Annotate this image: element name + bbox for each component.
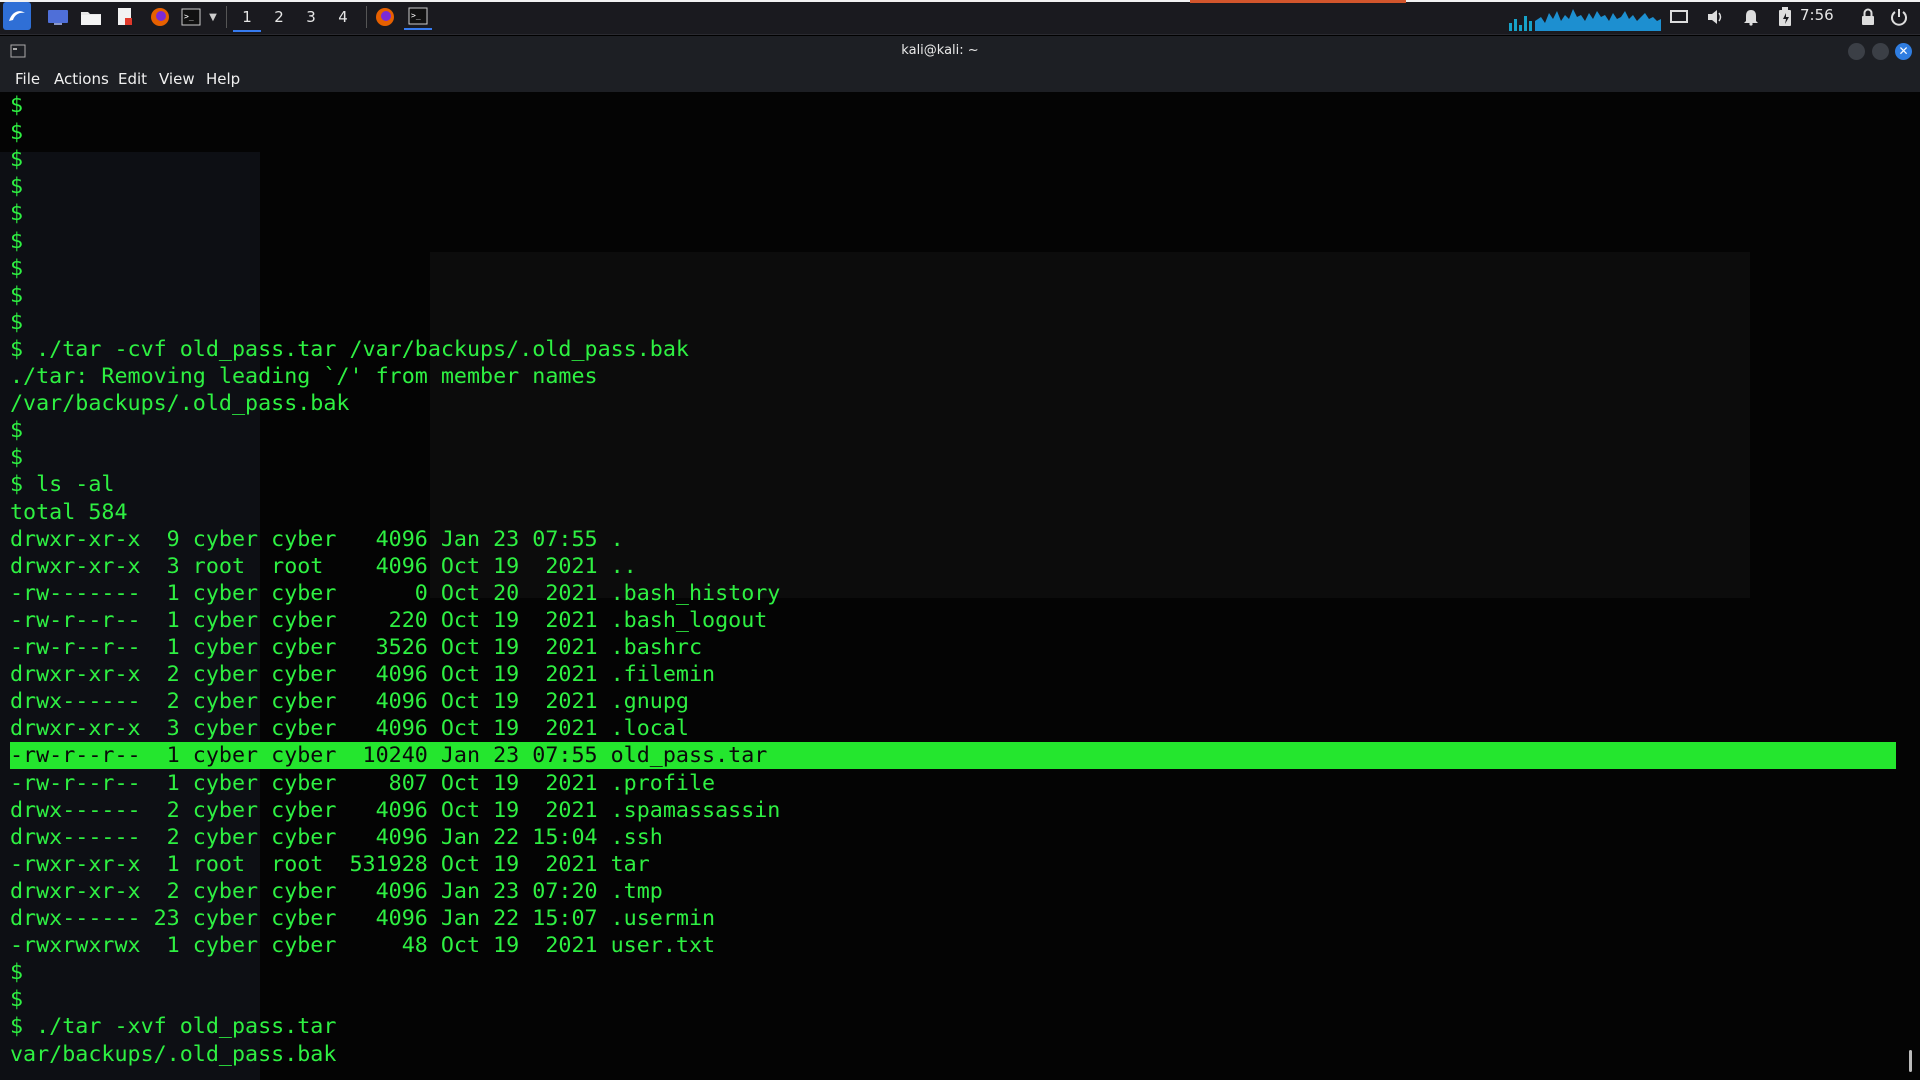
terminal-line: $ xyxy=(10,93,24,118)
window-title: kali@kali: ~ xyxy=(901,43,979,58)
menu-bar: File Actions Edit View Help xyxy=(0,68,1920,92)
terminal-line: var/backups/.old_pass.bak xyxy=(10,1041,337,1067)
cpu-graph-icon xyxy=(1535,9,1661,31)
window-titlebar[interactable]: kali@kali: ~ ✕ xyxy=(0,36,1920,68)
maximize-button[interactable] xyxy=(1872,43,1889,60)
firefox-icon[interactable] xyxy=(372,6,398,28)
terminal-line: -rw-r--r-- 1 cyber cyber 220 Oct 19 2021… xyxy=(10,607,768,633)
terminal-line: $ ./tar -cvf old_pass.tar /var/backups/.… xyxy=(10,336,689,362)
bell-icon[interactable] xyxy=(1740,6,1762,28)
terminal-line: $ ./tar -xvf old_pass.tar xyxy=(10,1014,337,1040)
terminal-line: total 584 xyxy=(10,499,128,525)
terminal-line: $ ls -al xyxy=(10,472,115,498)
firefox-icon[interactable] xyxy=(148,6,172,28)
terminal-line: drwx------ 2 cyber cyber 4096 Oct 19 202… xyxy=(10,797,781,823)
terminal-line: drwxr-xr-x 3 cyber cyber 4096 Oct 19 202… xyxy=(10,716,689,742)
workspace-2[interactable]: 2 xyxy=(265,4,293,30)
terminal-scrollbar[interactable] xyxy=(1909,1050,1912,1072)
top-panel: >_ ▼ 1 2 3 4 >_ 7:56 xyxy=(0,0,1920,35)
terminal-line: $ xyxy=(10,201,24,227)
terminal-line: $ xyxy=(10,147,24,173)
terminal-line: $ xyxy=(10,309,24,335)
terminal-line: ./tar: Removing leading `/' from member … xyxy=(10,364,598,389)
terminal-line: $ xyxy=(10,418,24,444)
workspace-3[interactable]: 3 xyxy=(297,4,325,30)
power-icon[interactable] xyxy=(1888,6,1910,28)
terminal-line: drwxr-xr-x 9 cyber cyber 4096 Jan 23 07:… xyxy=(10,526,624,552)
terminal-line: drwxr-xr-x 2 cyber cyber 4096 Jan 23 07:… xyxy=(10,878,663,904)
terminal-icon[interactable]: >_ xyxy=(180,6,202,28)
terminal-line: -rw-r--r-- 1 cyber cyber 3526 Oct 19 202… xyxy=(10,635,703,660)
panel-separator xyxy=(226,6,227,28)
kali-menu-icon[interactable] xyxy=(3,2,31,30)
menu-file[interactable]: File xyxy=(15,70,40,88)
terminal-line: drwx------ 23 cyber cyber 4096 Jan 22 15… xyxy=(10,906,716,931)
terminal-line: $ xyxy=(10,282,24,308)
volume-icon[interactable] xyxy=(1704,6,1726,28)
terminal-line: drwx------ 2 cyber cyber 4096 Oct 19 202… xyxy=(10,689,689,715)
terminal-line: $ xyxy=(10,120,24,146)
text-editor-icon[interactable] xyxy=(114,6,136,28)
terminal-line: -rwxr-xr-x 1 root root 531928 Oct 19 202… xyxy=(10,851,650,877)
close-button[interactable]: ✕ xyxy=(1895,43,1912,60)
desktop-icon[interactable] xyxy=(46,6,70,28)
battery-icon[interactable] xyxy=(1774,6,1796,28)
terminal-line: $ xyxy=(10,228,24,254)
terminal-icon[interactable]: >_ xyxy=(404,4,432,30)
panel-top-strip xyxy=(0,0,1920,3)
menu-actions[interactable]: Actions xyxy=(54,70,109,88)
file-manager-icon[interactable] xyxy=(78,6,104,28)
menu-view[interactable]: View xyxy=(159,70,195,88)
svg-text:>_: >_ xyxy=(184,12,194,21)
background-ghost-console xyxy=(430,252,1750,598)
terminal-line: $ xyxy=(10,445,24,471)
terminal-line: drwxr-xr-x 2 cyber cyber 4096 Oct 19 202… xyxy=(10,662,716,688)
network-graph-icon xyxy=(1509,16,1532,31)
workspace-4[interactable]: 4 xyxy=(329,4,357,30)
minimize-button[interactable] xyxy=(1848,43,1865,60)
progress-strip xyxy=(1190,0,1406,3)
display-icon[interactable] xyxy=(1668,6,1690,28)
lock-icon[interactable] xyxy=(1858,6,1878,28)
terminal-output[interactable]: $ $ $ $ $ $ $ $ $ $ ./tar -cvf old_pass.tar /var/… xyxy=(0,92,1920,1080)
terminal-line-highlighted: -rw-r--r-- 1 cyber cyber 10240 Jan 23 07… xyxy=(10,742,1896,770)
terminal-line: drwxr-xr-x 3 root root 4096 Oct 19 2021 … xyxy=(10,553,637,579)
terminal-line: drwx------ 2 cyber cyber 4096 Jan 22 15:… xyxy=(10,824,663,850)
terminal-line: /var/backups/.old_pass.bak xyxy=(10,391,350,417)
terminal-line: $ xyxy=(10,987,24,1013)
terminal-line: $ xyxy=(10,255,24,281)
panel-separator xyxy=(366,6,367,28)
clock[interactable]: 7:56 xyxy=(1800,6,1834,24)
workspace-1[interactable]: 1 xyxy=(233,4,261,32)
chevron-down-icon[interactable]: ▼ xyxy=(206,6,220,28)
menu-help[interactable]: Help xyxy=(206,70,240,88)
terminal-line: $ xyxy=(10,174,24,200)
terminal-line: -rwxrwxrwx 1 cyber cyber 48 Oct 19 2021 … xyxy=(10,933,716,959)
terminal-line: -rw-r--r-- 1 cyber cyber 807 Oct 19 2021… xyxy=(10,770,716,796)
terminal-line: $ xyxy=(10,960,24,986)
menu-edit[interactable]: Edit xyxy=(118,70,147,88)
svg-text:>_: >_ xyxy=(411,11,421,20)
terminal-line: -rw------- 1 cyber cyber 0 Oct 20 2021 .… xyxy=(10,580,781,606)
